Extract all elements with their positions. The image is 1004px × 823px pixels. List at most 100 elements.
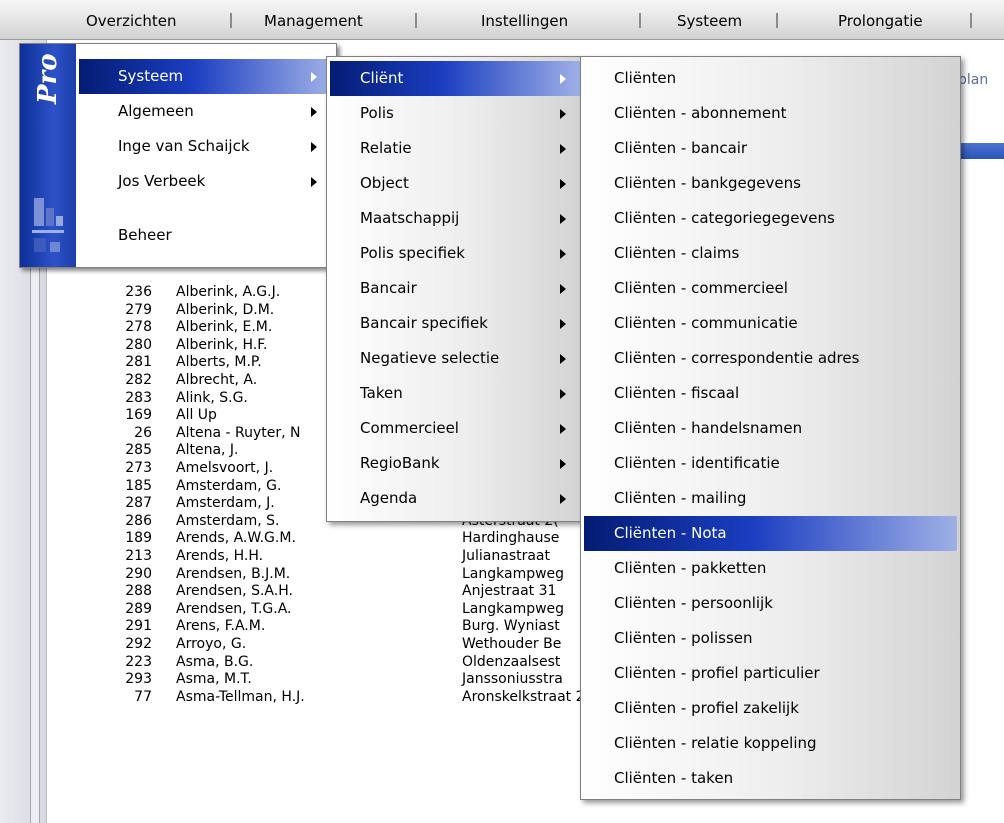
client-item-clienten-abonnement[interactable]: Cliënten - abonnement [584,96,957,131]
client-number: 291 [125,618,152,635]
client-address: Anjestraat 31 [462,583,557,600]
pro-item-algemeen[interactable]: Algemeen [79,94,331,129]
menu-management[interactable]: Management [264,9,363,33]
menubar-separator [639,13,641,28]
systeem-item-maatschappij[interactable]: Maatschappij [330,201,580,236]
client-name: Asma, M.T. [176,671,252,688]
chevron-right-icon [560,249,566,259]
menu-item-label: Bancair [360,279,417,297]
systeem-item-negatieve-selectie[interactable]: Negatieve selectie [330,341,580,376]
pro-item-systeem[interactable]: Systeem [79,59,331,94]
client-item-clienten-profiel-zakelijk[interactable]: Cliënten - profiel zakelijk [584,691,957,726]
client-number: 279 [125,301,152,318]
chevron-right-icon [560,74,566,84]
menu-item-label: Cliënten - correspondentie adres [614,349,860,367]
systeem-item-taken[interactable]: Taken [330,376,580,411]
client-item-clienten-pakketten[interactable]: Cliënten - pakketten [584,551,957,586]
client-item-clienten-claims[interactable]: Cliënten - claims [584,236,957,271]
menubar-separator [415,13,417,28]
client-item-clienten-commercieel[interactable]: Cliënten - commercieel [584,271,957,306]
client-item-clienten-relatie-koppeling[interactable]: Cliënten - relatie koppeling [584,726,957,761]
menu-item-label: RegioBank [360,454,440,472]
chevron-right-icon [560,284,566,294]
menu-item-label: Cliënten - profiel zakelijk [614,699,799,717]
menu-item-label: Cliënten - Nota [614,524,727,542]
client-item-clienten-persoonlijk[interactable]: Cliënten - persoonlijk [584,586,957,621]
client-item-clienten-taken[interactable]: Cliënten - taken [584,761,957,796]
client-item-clienten-bankgegevens[interactable]: Cliënten - bankgegevens [584,166,957,201]
client-address: Janssoniusstra [462,671,563,688]
systeem-item-polis[interactable]: Polis [330,96,580,131]
menu-item-label: Taken [360,384,403,402]
menubar-separator [970,13,972,28]
client-item-clienten-correspondentie-adres[interactable]: Cliënten - correspondentie adres [584,341,957,376]
pro-item-inge-van-schaijck[interactable]: Inge van Schaijck [79,129,331,164]
chevron-right-icon [560,494,566,504]
systeem-submenu: Cliënt Polis Relatie Object Maatschappij Poli… [326,56,584,522]
systeem-item-client[interactable]: Cliënt [330,61,580,96]
client-name: Altena - Ruyter, N [176,424,301,441]
chevron-right-icon [560,319,566,329]
menu-item-label: Cliënten - mailing [614,489,747,507]
systeem-item-regiobank[interactable]: RegioBank [330,446,580,481]
client-number: 185 [125,477,152,494]
client-address: Hardinghause [462,530,560,547]
client-item-clienten-polissen[interactable]: Cliënten - polissen [584,621,957,656]
systeem-item-bancair[interactable]: Bancair [330,271,580,306]
client-number: 26 [134,424,152,441]
client-name: Arends, A.W.G.M. [176,530,296,547]
pro-item-jos-verbeek[interactable]: Jos Verbeek [79,164,331,199]
client-item-clienten[interactable]: Cliënten [584,61,957,96]
client-name: Asma-Tellman, H.J. [176,688,305,705]
client-address: Julianastraat [462,548,550,564]
client-name: Amsterdam, S. [176,512,280,529]
chevron-right-icon [560,214,566,224]
client-name: Arendsen, S.A.H. [176,583,293,600]
grid-header-bar [955,143,1004,159]
client-item-clienten-bancair[interactable]: Cliënten - bancair [584,131,957,166]
client-item-clienten-profiel-particulier[interactable]: Cliënten - profiel particulier [584,656,957,691]
client-item-clienten-mailing[interactable]: Cliënten - mailing [584,481,957,516]
client-name: Alberink, D.M. [176,301,275,318]
menu-item-label: Cliënten - persoonlijk [614,594,773,612]
pro-item-beheer[interactable]: Beheer [79,218,331,253]
menu-item-label: Relatie [360,139,412,157]
menu-overzichten[interactable]: Overzichten [86,9,177,33]
client-name: Amelsvoort, J. [176,460,274,476]
client-name: Arens, F.A.M. [176,618,266,635]
client-number: 290 [125,565,152,582]
chevron-right-icon [560,179,566,189]
menu-item-label: Polis [360,104,394,122]
menu-systeem[interactable]: Systeem [677,9,742,33]
systeem-item-polis-specifiek[interactable]: Polis specifiek [330,236,580,271]
chevron-right-icon [560,459,566,469]
client-number: 77 [134,688,152,705]
systeem-item-bancair-specifiek[interactable]: Bancair specifiek [330,306,580,341]
tab-planning-partial[interactable]: plan [955,68,1004,92]
systeem-item-agenda[interactable]: Agenda [330,481,580,516]
menu-item-label: Cliënt [360,69,404,87]
systeem-item-relatie[interactable]: Relatie [330,131,580,166]
menubar-separator [776,13,778,28]
client-item-clienten-nota[interactable]: Cliënten - Nota [584,516,957,551]
menu-item-label: Cliënten - relatie koppeling [614,734,817,752]
client-number: 281 [125,354,152,371]
menu-instellingen[interactable]: Instellingen [481,9,568,33]
client-item-clienten-categoriegegevens[interactable]: Cliënten - categoriegegevens [584,201,957,236]
client-item-clienten-fiscaal[interactable]: Cliënten - fiscaal [584,376,957,411]
systeem-item-object[interactable]: Object [330,166,580,201]
menu-item-label: Maatschappij [360,209,460,227]
menu-item-label: Bancair specifiek [360,314,488,332]
menu-item-label: Cliënten - taken [614,769,734,787]
client-item-clienten-handelsnamen[interactable]: Cliënten - handelsnamen [584,411,957,446]
pro-logo: Pro [33,53,63,104]
client-name: Alberink, A.G.J. [176,284,281,300]
client-number: 293 [125,671,152,688]
client-item-clienten-identificatie[interactable]: Cliënten - identificatie [584,446,957,481]
menu-item-label: Negatieve selectie [360,349,500,367]
client-name: Asma, B.G. [176,653,254,670]
client-item-clienten-communicatie[interactable]: Cliënten - communicatie [584,306,957,341]
chevron-right-icon [311,107,317,117]
menu-prolongatie[interactable]: Prolongatie [838,9,923,33]
systeem-item-commercieel[interactable]: Commercieel [330,411,580,446]
